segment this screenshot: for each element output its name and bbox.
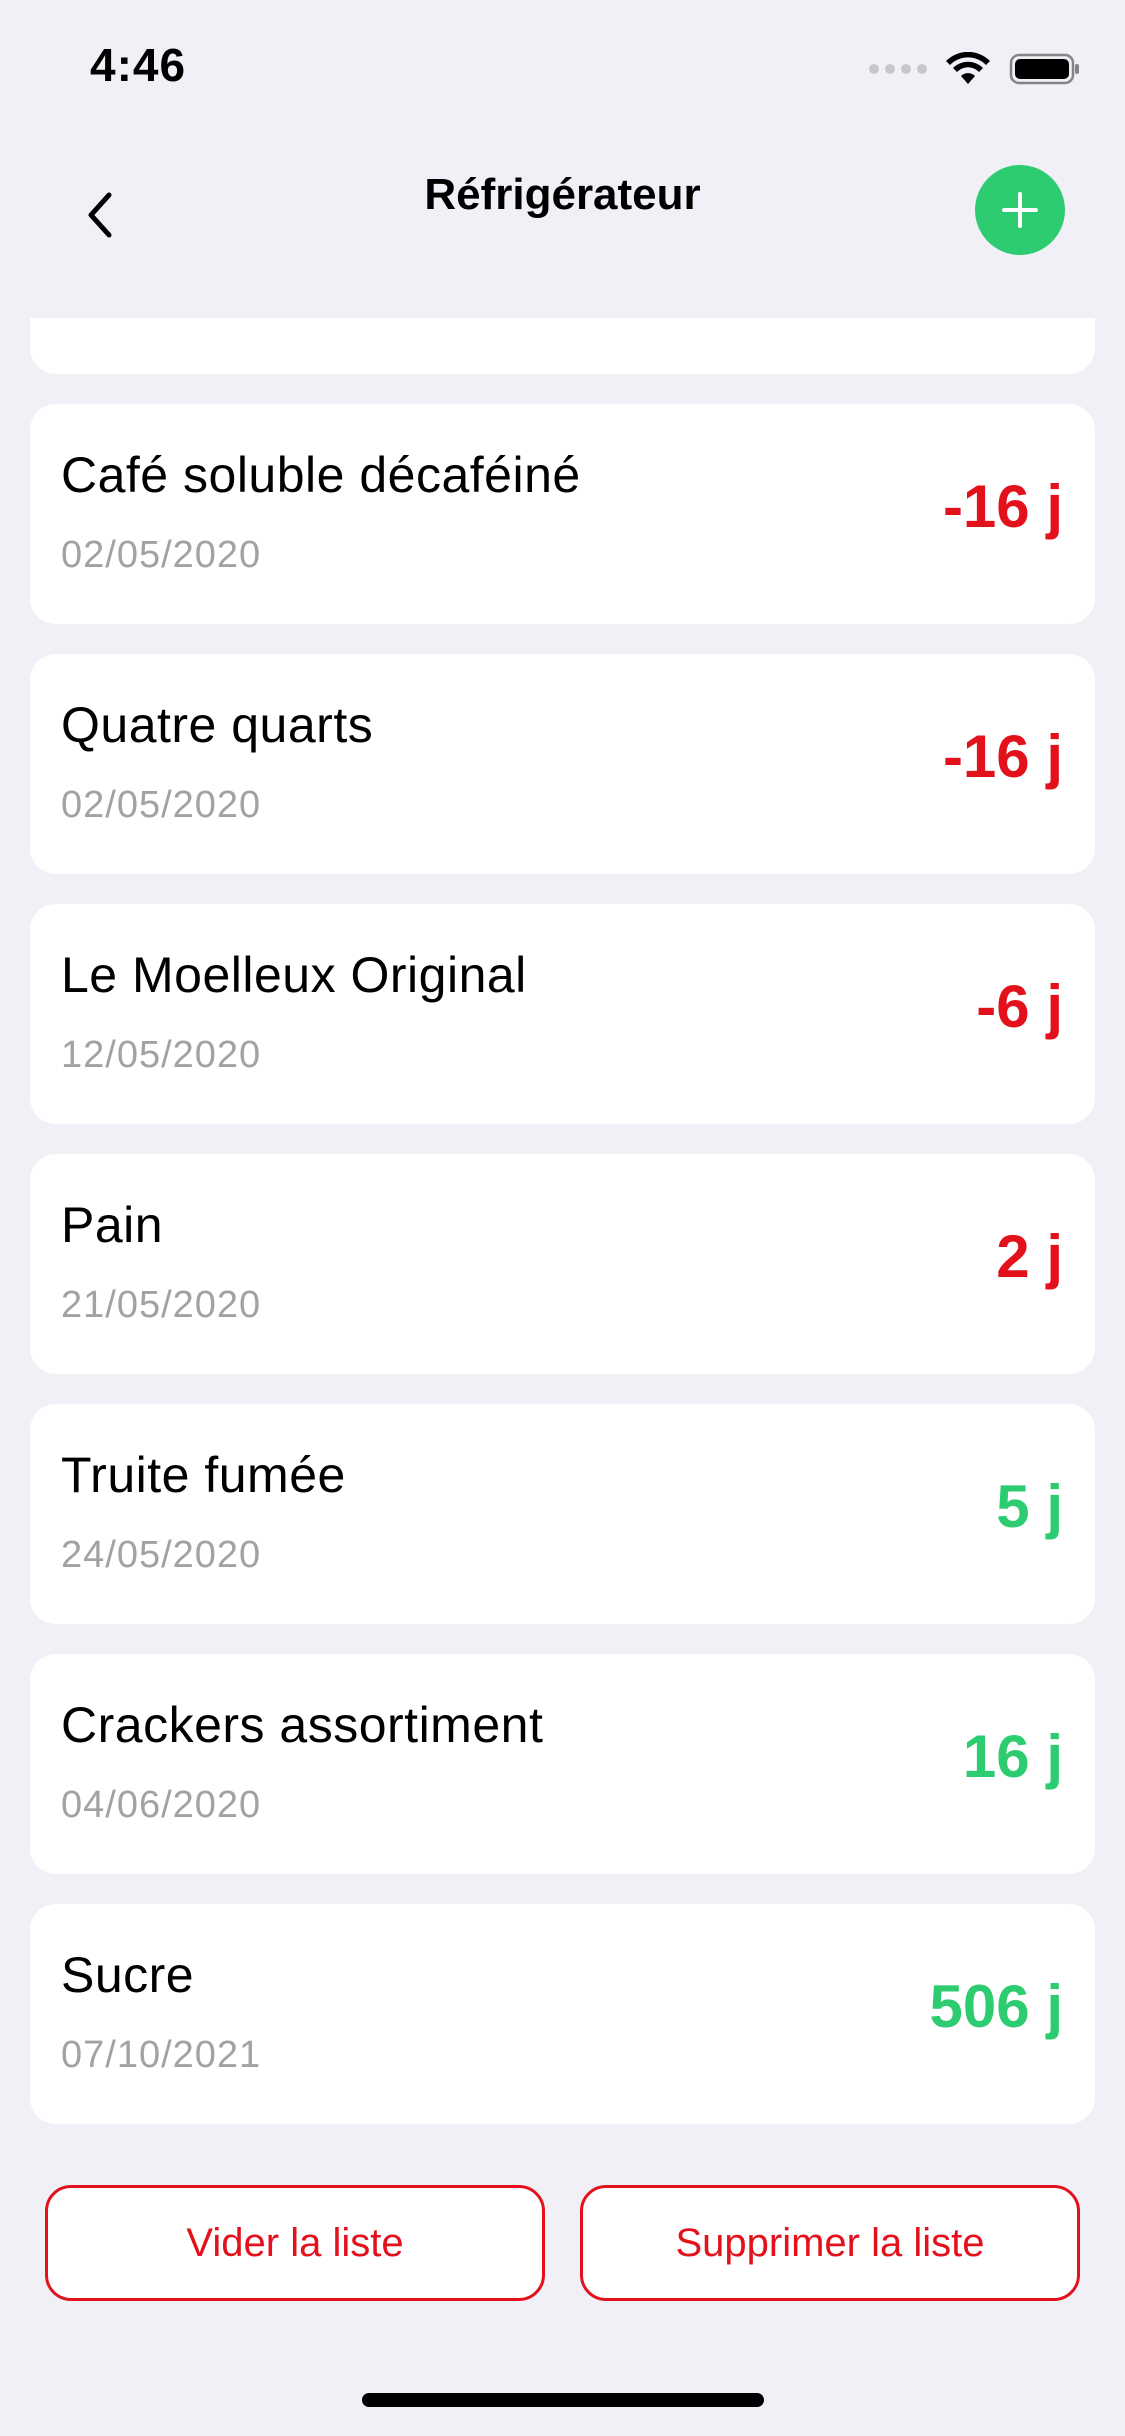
delete-list-button[interactable]: Supprimer la liste <box>580 2185 1080 2301</box>
status-bar: 4:46 <box>0 0 1125 140</box>
list-item-partial[interactable] <box>30 318 1095 374</box>
clear-list-button[interactable]: Vider la liste <box>45 2185 545 2301</box>
item-name: Le Moelleux Original <box>61 947 527 1003</box>
item-date: 04/06/2020 <box>61 1784 262 1826</box>
item-days-remaining: -16 j <box>942 473 1063 540</box>
item-name: Sucre <box>61 1947 195 2003</box>
item-days-remaining: 16 j <box>962 1723 1063 1790</box>
item-name: Quatre quarts <box>61 697 374 753</box>
item-name: Café soluble décaféiné <box>61 447 581 503</box>
item-date: 07/10/2021 <box>61 2034 262 2076</box>
item-date: 02/05/2020 <box>61 534 262 576</box>
item-name: Pain <box>61 1197 164 1253</box>
item-days-remaining: 506 j <box>929 1973 1063 2040</box>
list-item[interactable]: Sucre 07/10/2021 506 j <box>30 1904 1095 2124</box>
status-icons <box>869 52 1081 86</box>
item-date: 12/05/2020 <box>61 1034 262 1076</box>
list-actions: Vider la liste Supprimer la liste <box>45 2185 1080 2301</box>
add-item-button[interactable] <box>975 165 1065 255</box>
item-name: Truite fumée <box>61 1447 346 1503</box>
status-time: 4:46 <box>90 39 187 91</box>
signal-icon <box>869 64 927 74</box>
item-date: 21/05/2020 <box>61 1284 262 1326</box>
home-indicator[interactable] <box>362 2393 764 2407</box>
item-date: 02/05/2020 <box>61 784 262 826</box>
list-item[interactable]: Crackers assortiment 04/06/2020 16 j <box>30 1654 1095 1874</box>
plus-icon <box>1002 192 1038 228</box>
list-item[interactable]: Café soluble décaféiné 02/05/2020 -16 j <box>30 404 1095 624</box>
item-days-remaining: -16 j <box>942 723 1063 790</box>
item-date: 24/05/2020 <box>61 1534 262 1576</box>
nav-bar: Réfrigérateur <box>0 150 1125 280</box>
page-title: Réfrigérateur <box>424 170 701 219</box>
list-item[interactable]: Quatre quarts 02/05/2020 -16 j <box>30 654 1095 874</box>
wifi-icon <box>946 52 990 84</box>
item-days-remaining: -6 j <box>976 973 1063 1040</box>
list-item[interactable]: Le Moelleux Original 12/05/2020 -6 j <box>30 904 1095 1124</box>
item-name: Crackers assortiment <box>61 1697 544 1753</box>
battery-icon <box>1009 53 1079 85</box>
item-days-remaining: 5 j <box>996 1473 1063 1540</box>
list-item[interactable]: Truite fumée 24/05/2020 5 j <box>30 1404 1095 1624</box>
item-days-remaining: 2 j <box>996 1223 1063 1290</box>
product-list: Café soluble décaféiné 02/05/2020 -16 j … <box>30 404 1095 2154</box>
list-item[interactable]: Pain 21/05/2020 2 j <box>30 1154 1095 1374</box>
